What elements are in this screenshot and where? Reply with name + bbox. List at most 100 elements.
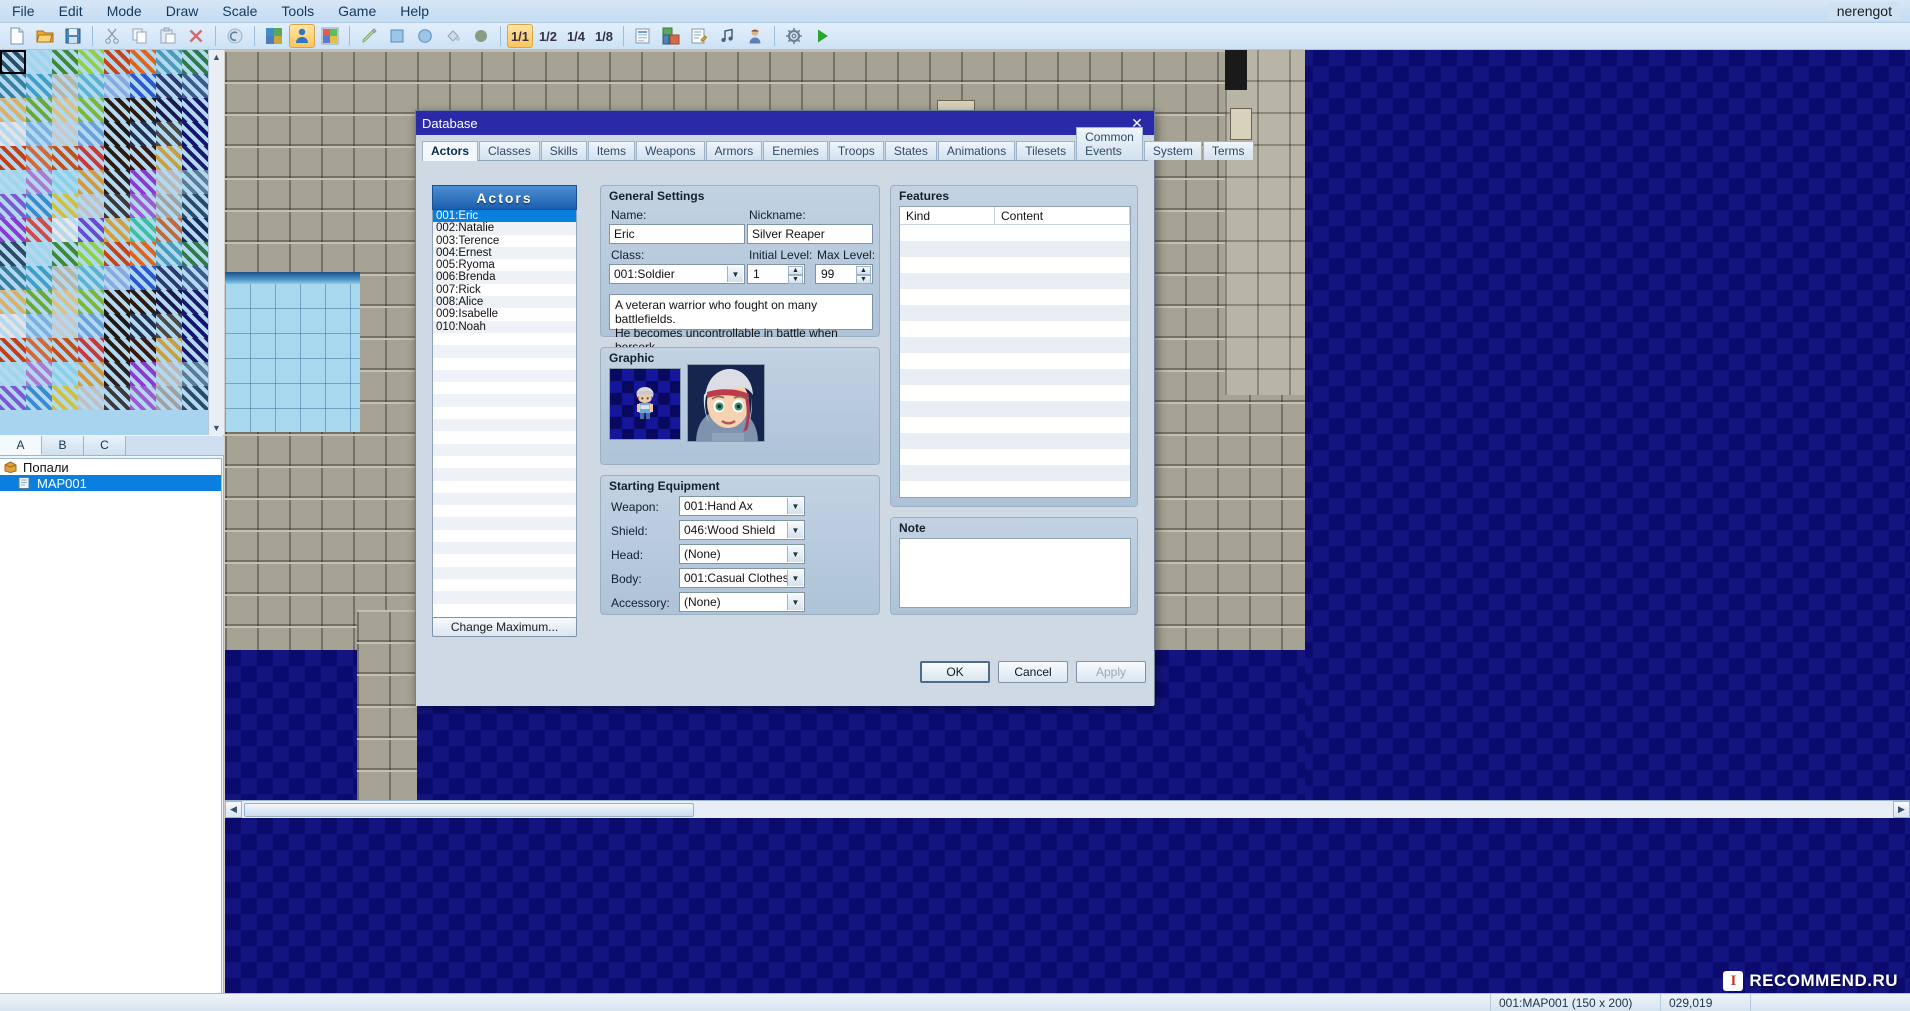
tileset-tile[interactable] [156,314,182,338]
features-table-row[interactable] [900,449,1130,465]
ellipse-tool-icon[interactable] [412,24,438,48]
actors-list-item[interactable] [433,333,576,345]
actors-list-item[interactable] [433,566,576,579]
tileset-tile[interactable] [104,218,130,242]
tab-states[interactable]: States [884,141,937,160]
tileset-tile[interactable] [0,314,26,338]
actors-list-item[interactable] [433,604,576,616]
actors-list-item[interactable]: 008:Alice [433,296,576,309]
resource-manager-icon[interactable] [658,24,684,48]
tileset-tile[interactable] [130,338,156,362]
chevron-down-icon[interactable]: ▼ [787,498,803,514]
palette-scroll-down-icon[interactable]: ▼ [212,421,221,435]
tileset-tile[interactable] [26,50,52,74]
features-table-row[interactable] [900,225,1130,241]
tileset-tile[interactable] [104,194,130,218]
tileset-tile[interactable] [26,338,52,362]
tileset-tile[interactable] [0,122,26,146]
actors-list-item[interactable]: 010:Noah [433,320,576,333]
tileset-tile[interactable] [182,194,208,218]
rectangle-tool-icon[interactable] [384,24,410,48]
tileset-tile[interactable] [182,74,208,98]
tileset-tile[interactable] [26,170,52,194]
playtest-settings-icon[interactable] [781,24,807,48]
tileset-tile[interactable] [156,290,182,314]
scroll-thumb[interactable] [244,802,694,817]
tab-tilesets[interactable]: Tilesets [1016,141,1076,160]
tileset-tile[interactable] [52,338,78,362]
tileset-tile[interactable] [182,170,208,194]
features-table-row[interactable] [900,257,1130,273]
chevron-down-icon[interactable]: ▼ [787,546,803,562]
tileset-tile[interactable] [26,218,52,242]
actors-list-item[interactable] [433,369,576,383]
shadow-pen-icon[interactable] [468,24,494,48]
tileset-tile[interactable] [156,74,182,98]
spinner-buttons[interactable]: ▲ ▼ [788,266,803,284]
actors-list-item[interactable] [433,468,576,481]
body-select[interactable]: 001:Casual Clothes ▼ [679,568,805,588]
actors-list-item[interactable] [433,530,576,542]
save-project-icon[interactable] [60,24,86,48]
flood-fill-tool-icon[interactable] [440,24,466,48]
sound-test-icon[interactable] [714,24,740,48]
tileset-tile[interactable] [104,50,130,74]
palette-scroll-up-icon[interactable]: ▲ [212,50,221,64]
tileset-tile[interactable] [130,266,156,290]
tileset-tile[interactable] [130,146,156,170]
tab-classes[interactable]: Classes [479,141,540,160]
tab-terms[interactable]: Terms [1202,141,1254,160]
tileset-tile[interactable] [182,386,208,410]
dialog-title-bar[interactable]: Database ✕ [416,111,1154,135]
tileset-tile[interactable] [0,290,26,314]
tileset-tile[interactable] [182,218,208,242]
apply-button[interactable]: Apply [1076,661,1146,683]
zoom-1-8-icon[interactable]: 1/8 [591,24,617,48]
menu-game[interactable]: Game [326,1,388,21]
new-project-icon[interactable] [4,24,30,48]
tileset-tile[interactable] [26,146,52,170]
tileset-tile[interactable] [0,362,26,386]
pencil-tool-icon[interactable] [356,24,382,48]
tileset-tile[interactable] [52,98,78,122]
tileset-tile[interactable] [156,146,182,170]
actors-list-item[interactable] [433,542,576,555]
zoom-1-1-icon[interactable]: 1/1 [507,24,533,48]
tileset-tile[interactable] [0,74,26,98]
tileset-tile[interactable] [78,122,104,146]
actors-list-item[interactable] [433,505,576,517]
tileset-tile[interactable] [104,362,130,386]
tileset-tile[interactable] [78,170,104,194]
actors-list-item[interactable] [433,481,576,493]
zoom-1-4-icon[interactable]: 1/4 [563,24,589,48]
actor-sprite-preview[interactable] [609,368,681,440]
tileset-tile[interactable] [156,194,182,218]
tab-enemies[interactable]: Enemies [763,141,828,160]
tileset-tile[interactable] [78,218,104,242]
features-table-row[interactable] [900,433,1130,449]
tileset-tile[interactable] [26,386,52,410]
tileset-tile[interactable] [104,146,130,170]
paste-icon[interactable] [155,24,181,48]
tileset-tile[interactable] [130,242,156,266]
tab-common-events[interactable]: Common Events [1076,127,1143,160]
features-table-row[interactable] [900,241,1130,257]
palette-tab-c[interactable]: C [84,436,126,455]
tileset-tile[interactable] [26,194,52,218]
zoom-1-2-icon[interactable]: 1/2 [535,24,561,48]
character-generator-icon[interactable] [742,24,768,48]
tileset-tile[interactable] [78,98,104,122]
undo-icon[interactable] [222,24,248,48]
tileset-tile[interactable] [78,362,104,386]
tileset-tile[interactable] [156,122,182,146]
features-table[interactable]: Kind Content [899,206,1131,498]
spinner-buttons[interactable]: ▲ ▼ [856,266,871,284]
actors-list-item[interactable] [433,382,576,394]
tileset-tile[interactable] [182,314,208,338]
actors-list-item[interactable]: 003:Terence [433,235,576,247]
tileset-tile[interactable] [156,218,182,242]
menu-tools[interactable]: Tools [269,1,326,21]
tileset-tile[interactable] [52,170,78,194]
actors-list-item[interactable] [433,591,576,604]
spin-down-icon[interactable]: ▼ [856,275,871,284]
